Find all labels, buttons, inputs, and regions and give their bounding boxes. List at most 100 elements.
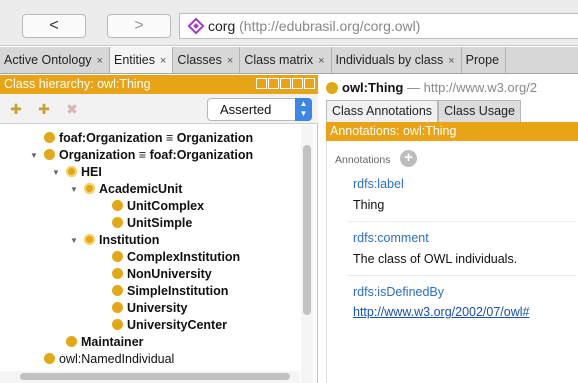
expand-triangle-icon[interactable]: ▼ xyxy=(30,147,40,164)
add-annotation-button[interactable]: + xyxy=(400,150,417,167)
close-icon[interactable]: × xyxy=(448,55,454,67)
class-icon xyxy=(112,319,123,331)
class-icon xyxy=(84,234,95,246)
tree-item-label: owl:NamedIndividual xyxy=(59,352,175,366)
panel-controls xyxy=(255,78,315,91)
class-description-panel: owl:Thing — http://www.w3.org/2 Class An… xyxy=(320,75,578,383)
ontology-diamond-icon xyxy=(187,17,205,35)
tree-item-owl-named-individual[interactable]: owl:NamedIndividual xyxy=(44,351,174,368)
annotation-divider xyxy=(347,221,577,222)
sync-icon[interactable] xyxy=(268,78,279,89)
tree-item-label: AcademicUnit xyxy=(99,182,183,196)
workspace-tabs: Active Ontology × Entities × Classes × Class m… xyxy=(0,47,578,74)
add-sibling-class-icon[interactable]: ✚ xyxy=(34,100,54,118)
annotation-property[interactable]: rdfs:label xyxy=(353,177,404,191)
tab-entities[interactable]: Entities × xyxy=(109,47,174,73)
tree-item-label: NonUniversity xyxy=(127,267,212,281)
back-button[interactable]: < xyxy=(22,14,86,38)
tree-item-label: Maintainer xyxy=(81,335,144,349)
tree-item-label: SimpleInstitution xyxy=(127,284,229,298)
class-hierarchy-toolbar: ✚ ✚ ✖ Asserted ▲ ▼ xyxy=(0,94,318,124)
expand-triangle-icon[interactable]: ▼ xyxy=(70,232,80,249)
close-icon[interactable]: × xyxy=(97,55,103,67)
tree-item-academic-unit[interactable]: ▼ AcademicUnit xyxy=(70,181,182,198)
class-hierarchy-title: Class hierarchy: owl:Thing xyxy=(4,77,151,91)
vertical-scrollbar[interactable] xyxy=(301,125,313,383)
class-hierarchy-panel: Class hierarchy: owl:Thing ✚ ✚ ✖ Asserte… xyxy=(0,75,318,383)
class-icon xyxy=(66,166,77,178)
close-icon[interactable]: × xyxy=(227,55,233,67)
annotation-property[interactable]: rdfs:comment xyxy=(353,231,429,245)
class-icon xyxy=(326,81,338,94)
expand-triangle-icon[interactable]: ▼ xyxy=(70,181,80,198)
class-icon xyxy=(44,353,55,365)
tab-class-usage[interactable]: Class Usage xyxy=(438,100,521,122)
selected-entity-title: owl:Thing — http://www.w3.org/2 xyxy=(326,79,537,97)
tree-item-hei[interactable]: ▼ HEI xyxy=(52,164,102,181)
minimize-icon[interactable] xyxy=(280,78,291,89)
maximize-icon[interactable] xyxy=(292,78,303,89)
annotation-value: The class of OWL individuals. xyxy=(353,252,518,266)
tree-item-label: Institution xyxy=(99,233,160,247)
annotation-property[interactable]: rdfs:isDefinedBy xyxy=(353,285,444,299)
delete-class-icon[interactable]: ✖ xyxy=(62,100,82,118)
ontology-url: (http://edubrasil.org/corg.owl) xyxy=(239,18,421,34)
class-icon xyxy=(112,268,123,280)
tree-item-label: UnitComplex xyxy=(127,199,205,213)
hierarchy-mode-select[interactable]: Asserted ▲ ▼ xyxy=(207,98,312,121)
tab-label: Individuals by class xyxy=(335,53,444,67)
expand-triangle-icon[interactable]: ▼ xyxy=(52,164,62,181)
tree-item-unit-simple[interactable]: UnitSimple xyxy=(112,215,192,232)
tab-individuals-by-class[interactable]: Individuals by class × xyxy=(332,47,462,73)
help-icon[interactable] xyxy=(256,78,267,89)
tab-label: Prope xyxy=(465,53,500,67)
scrollbar-thumb[interactable] xyxy=(20,373,290,380)
class-hierarchy-header: Class hierarchy: owl:Thing xyxy=(0,75,318,94)
ontology-name: corg xyxy=(208,18,236,34)
tree-item-complex-institution[interactable]: ComplexInstitution xyxy=(112,249,240,266)
entity-view-tabs: Class Annotations Class Usage xyxy=(326,100,521,122)
tab-classes[interactable]: Classes × xyxy=(173,47,241,73)
annotation-value: Thing xyxy=(353,198,385,212)
class-icon xyxy=(66,336,77,348)
class-icon xyxy=(44,149,55,161)
class-icon xyxy=(112,302,123,314)
tree-item-non-university[interactable]: NonUniversity xyxy=(112,266,212,283)
tree-item-university[interactable]: University xyxy=(112,300,187,317)
tree-item-simple-institution[interactable]: SimpleInstitution xyxy=(112,283,228,300)
forward-button[interactable]: > xyxy=(107,14,171,38)
tab-label: Class matrix xyxy=(244,53,314,67)
tab-class-matrix[interactable]: Class matrix × xyxy=(240,47,332,73)
class-icon xyxy=(112,217,123,229)
tab-properties[interactable]: Prope xyxy=(462,47,507,73)
scrollbar-thumb[interactable] xyxy=(303,145,311,315)
tree-item-university-center[interactable]: UniversityCenter xyxy=(112,317,227,334)
class-icon xyxy=(112,251,123,263)
tree-item-label: UnitSimple xyxy=(127,216,193,230)
tab-class-annotations[interactable]: Class Annotations xyxy=(326,100,439,122)
close-panel-icon[interactable] xyxy=(304,78,315,89)
class-tree: foaf:Organization ≡ Organization ▼ Organi… xyxy=(0,125,300,373)
tree-item-maintainer[interactable]: Maintainer xyxy=(66,334,144,351)
class-icon xyxy=(112,200,123,212)
tab-active-ontology[interactable]: Active Ontology × xyxy=(0,47,110,73)
tree-item-foaf-organization[interactable]: foaf:Organization ≡ Organization xyxy=(44,130,253,147)
tree-item-unit-complex[interactable]: UnitComplex xyxy=(112,198,204,215)
tree-item-institution[interactable]: ▼ Institution xyxy=(70,232,159,249)
class-icon xyxy=(84,183,95,195)
tab-label: Entities xyxy=(113,53,155,67)
tree-item-label: UniversityCenter xyxy=(127,318,228,332)
close-icon[interactable]: × xyxy=(160,55,166,67)
horizontal-scrollbar[interactable] xyxy=(0,371,300,383)
annotation-value-link[interactable]: http://www.w3.org/2002/07/owl# xyxy=(353,305,530,319)
tree-item-organization[interactable]: ▼ Organization ≡ foaf:Organization xyxy=(30,147,253,164)
tab-label: Classes xyxy=(177,53,222,67)
annotations-list: Annotations + rdfs:label Thing rdfs:comm… xyxy=(326,141,578,383)
close-icon[interactable]: × xyxy=(318,55,324,67)
add-subclass-icon[interactable]: ✚ xyxy=(6,100,26,118)
tree-item-label: ComplexInstitution xyxy=(127,250,241,264)
select-arrows-icon: ▲ ▼ xyxy=(295,98,312,121)
ontology-address[interactable]: corg (http://edubrasil.org/corg.owl) xyxy=(179,13,578,39)
annotation-divider xyxy=(347,275,577,276)
entity-iri: — http://www.w3.org/2 xyxy=(407,80,538,95)
